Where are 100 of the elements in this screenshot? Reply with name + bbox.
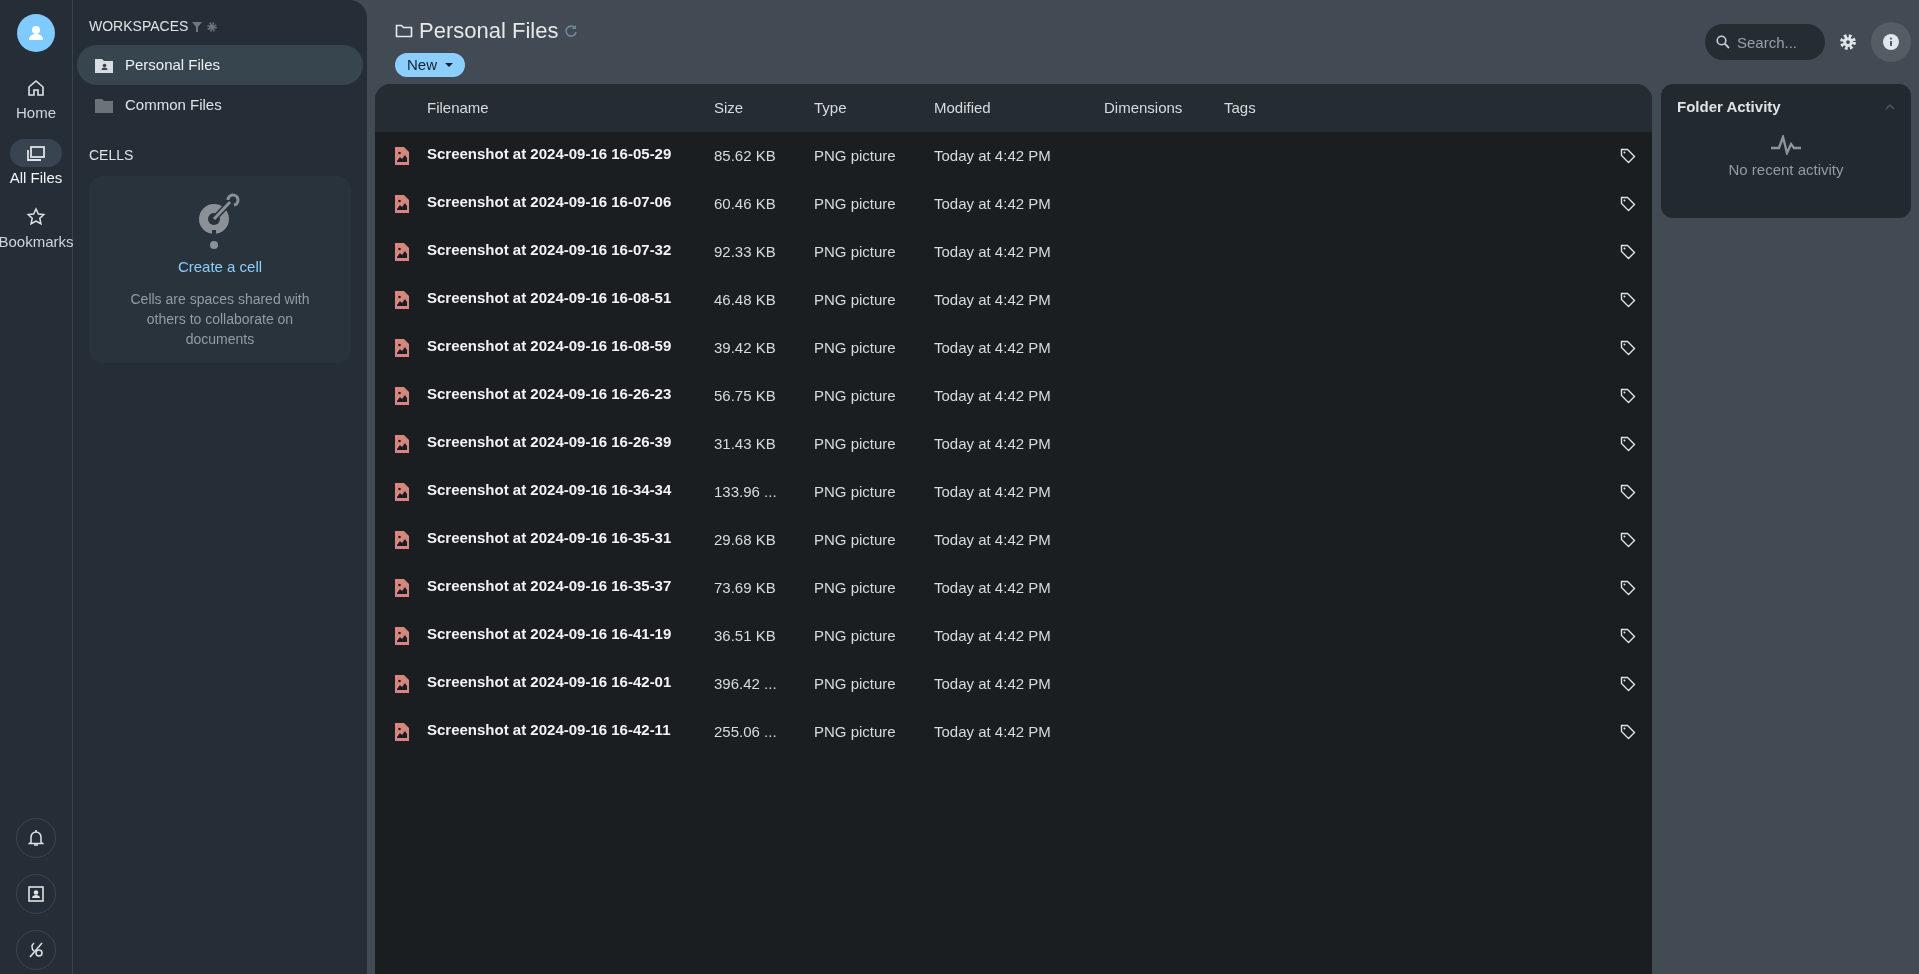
modified-cell-text: Today at 4:42 PM <box>934 289 1052 310</box>
type-cell-text: PNG picture <box>814 577 897 598</box>
workspace-item[interactable]: Personal Files <box>77 45 363 85</box>
contact-card-icon <box>26 884 46 904</box>
tag-icon[interactable] <box>1620 244 1636 260</box>
tag-icon[interactable] <box>1620 196 1636 212</box>
filename-cell-text: Screenshot at 2024-09-16 16-41-19 <box>427 623 673 644</box>
home-icon <box>26 78 46 98</box>
column-header[interactable]: Size <box>714 96 814 120</box>
rail-nav-item[interactable]: All Files <box>0 138 72 189</box>
image-file-icon <box>395 291 409 309</box>
type-cell-text: PNG picture <box>814 193 897 214</box>
filename-cell-text: Screenshot at 2024-09-16 16-34-34 <box>427 479 673 500</box>
image-file-icon <box>395 483 409 501</box>
search-field[interactable]: Search... <box>1705 24 1825 60</box>
modified-cell-text: Today at 4:42 PM <box>934 145 1052 166</box>
refresh-icon[interactable] <box>564 23 579 38</box>
folder-person-icon <box>95 57 113 73</box>
size-cell-text: 73.69 KB <box>714 577 777 598</box>
folder-icon <box>395 22 413 39</box>
filename-cell-text: Screenshot at 2024-09-16 16-42-11 <box>427 719 672 740</box>
modified-cell-text: Today at 4:42 PM <box>934 625 1052 646</box>
type-cell-text: PNG picture <box>814 673 897 694</box>
image-file-icon <box>395 195 409 213</box>
filename-cell-text: Screenshot at 2024-09-16 16-26-23 <box>427 383 673 404</box>
type-cell-text: PNG picture <box>814 289 897 310</box>
caret-icon <box>445 63 453 67</box>
column-header[interactable]: Dimensions <box>1104 96 1224 120</box>
modified-cell-text: Today at 4:42 PM <box>934 337 1052 358</box>
folder-icon <box>95 97 113 113</box>
modified-cell-text: Today at 4:42 PM <box>934 721 1052 742</box>
modified-cell-text: Today at 4:42 PM <box>934 241 1052 262</box>
tag-icon[interactable] <box>1620 436 1636 452</box>
empty-message: No recent activity <box>1728 159 1844 180</box>
image-file-icon <box>395 579 409 597</box>
size-cell-text: 31.43 KB <box>714 433 777 454</box>
filename-cell-text: Screenshot at 2024-09-16 16-08-51 <box>427 287 673 308</box>
type-cell-text: PNG picture <box>814 241 897 262</box>
size-cell-text: 46.48 KB <box>714 289 777 310</box>
filename-cell-text: Screenshot at 2024-09-16 16-35-31 <box>427 527 673 548</box>
column-header[interactable]: Tags <box>1224 96 1344 120</box>
star-icon <box>26 207 46 227</box>
bell-icon <box>26 828 46 848</box>
tag-icon[interactable] <box>1620 532 1636 548</box>
tag-icon[interactable] <box>1620 724 1636 740</box>
modified-cell-text: Today at 4:42 PM <box>934 433 1052 454</box>
size-cell-text: 92.33 KB <box>714 241 777 262</box>
filename-cell-text: Screenshot at 2024-09-16 16-07-06 <box>427 191 673 212</box>
theme-toggle-icon <box>26 940 46 960</box>
settings-icon[interactable] <box>206 20 219 33</box>
info-icon <box>1883 34 1899 50</box>
panel-title: Folder Activity <box>1677 97 1781 117</box>
tag-icon[interactable] <box>1620 484 1636 500</box>
size-cell-text: 60.46 KB <box>714 193 777 214</box>
tag-icon[interactable] <box>1620 628 1636 644</box>
size-cell-text: 133.96 ... <box>714 481 778 502</box>
column-header[interactable]: Type <box>814 96 934 120</box>
new-button[interactable]: New <box>395 53 465 77</box>
filename-cell-text: Screenshot at 2024-09-16 16-35-37 <box>427 575 673 596</box>
size-cell-text: 396.42 ... <box>714 673 778 694</box>
filename-cell-text: Screenshot at 2024-09-16 16-42-01 <box>427 671 673 692</box>
rail-nav-item[interactable]: Bookmarks <box>0 203 72 254</box>
folder-title: Personal Files <box>419 17 559 45</box>
image-file-icon <box>395 627 409 645</box>
info-button[interactable] <box>1871 22 1911 62</box>
avatar-icon[interactable] <box>17 14 55 52</box>
filename-cell-text: Screenshot at 2024-09-16 16-08-59 <box>427 335 673 356</box>
section-title: CELLS <box>88 146 135 165</box>
tag-icon[interactable] <box>1620 580 1636 596</box>
rail-nav-item[interactable]: Home <box>0 74 72 125</box>
type-cell-text: PNG picture <box>814 625 897 646</box>
image-file-icon <box>395 435 409 453</box>
size-cell-text: 255.06 ... <box>714 721 778 742</box>
type-cell-text: PNG picture <box>814 145 897 166</box>
workspace-item[interactable]: Common Files <box>77 85 363 125</box>
create-cell-link[interactable]: Create a cell <box>177 256 263 279</box>
column-header[interactable]: Modified <box>934 96 1104 120</box>
filter-icon[interactable] <box>192 21 203 32</box>
image-file-icon <box>395 243 409 261</box>
section-title: WORKSPACES <box>89 17 189 36</box>
modified-cell-text: Today at 4:42 PM <box>934 193 1052 214</box>
modified-cell-text: Today at 4:42 PM <box>934 385 1052 406</box>
modified-cell-text: Today at 4:42 PM <box>934 481 1052 502</box>
type-cell-text: PNG picture <box>814 385 897 406</box>
type-cell-text: PNG picture <box>814 529 897 550</box>
filename-cell-text: Screenshot at 2024-09-16 16-07-32 <box>427 239 673 260</box>
search-icon <box>1716 35 1730 49</box>
modified-cell-text: Today at 4:42 PM <box>934 673 1052 694</box>
tag-icon[interactable] <box>1620 340 1636 356</box>
type-cell-text: PNG picture <box>814 433 897 454</box>
cells-description: Cells are spaces shared with others to collaborate on documents <box>129 289 311 349</box>
activity-icon <box>1770 134 1802 155</box>
type-cell-text: PNG picture <box>814 721 897 742</box>
image-file-icon <box>395 531 409 549</box>
tag-icon[interactable] <box>1620 148 1636 164</box>
column-header[interactable]: Filename <box>427 96 714 120</box>
tag-icon[interactable] <box>1620 676 1636 692</box>
size-cell-text: 39.42 KB <box>714 337 777 358</box>
tag-icon[interactable] <box>1620 292 1636 308</box>
tag-icon[interactable] <box>1620 388 1636 404</box>
